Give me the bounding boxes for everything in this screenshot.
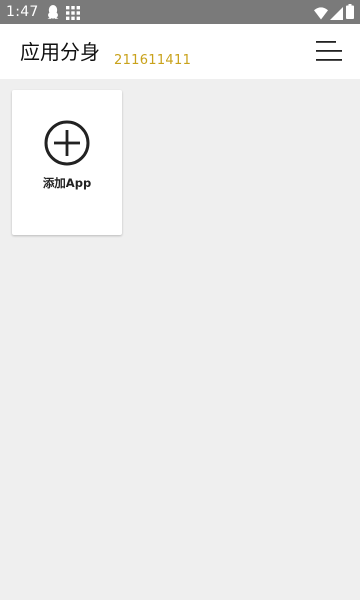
menu-icon: [316, 41, 342, 61]
wifi-icon: [314, 5, 328, 24]
signal-icon: [330, 5, 343, 24]
battery-icon: [346, 4, 354, 23]
add-app-card[interactable]: 添加App: [12, 90, 122, 235]
status-time: 1:47: [6, 4, 39, 20]
app-list: 添加App: [0, 79, 360, 600]
page-title: 应用分身: [20, 40, 100, 64]
menu-button[interactable]: [314, 38, 344, 66]
user-id-label: 211611411: [114, 53, 192, 68]
add-app-label: 添加App: [42, 176, 92, 190]
qq-penguin-icon: [46, 4, 60, 24]
app-grid-icon: [66, 5, 80, 24]
status-bar: 1:47: [0, 0, 360, 24]
app-bar: 应用分身 211611411: [0, 24, 360, 79]
add-circle-icon: [44, 120, 90, 166]
